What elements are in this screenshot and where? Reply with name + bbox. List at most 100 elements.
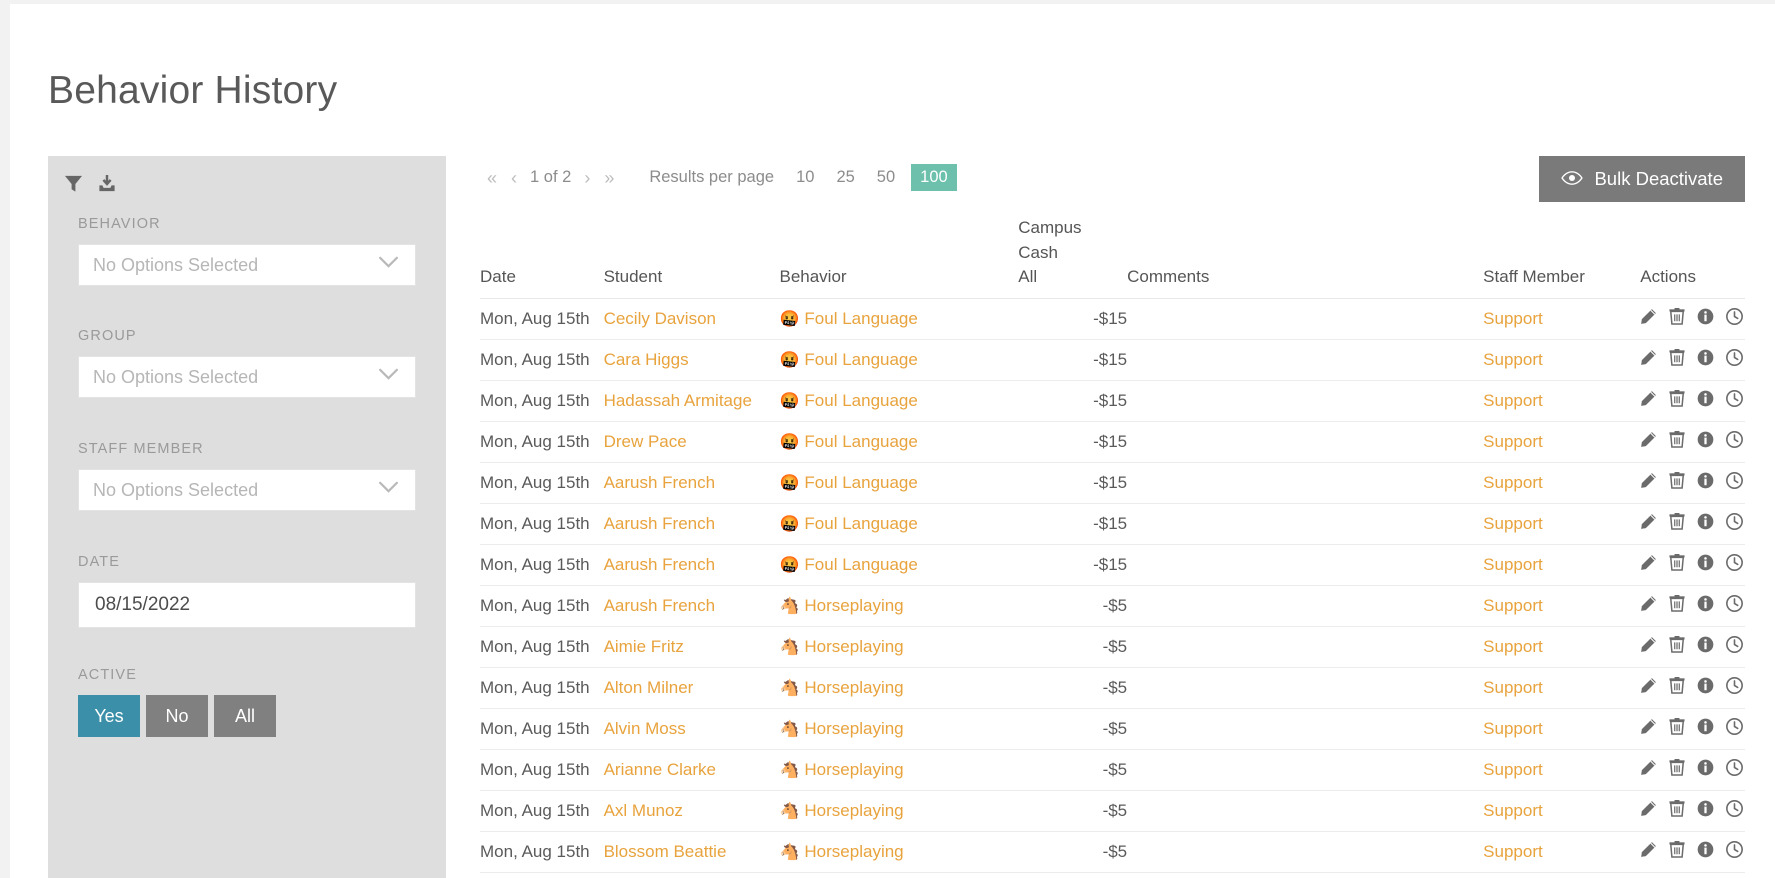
- trash-icon[interactable]: [1669, 635, 1685, 658]
- clock-icon[interactable]: [1726, 348, 1744, 371]
- staff-member-link[interactable]: Support: [1483, 473, 1543, 492]
- behavior-link[interactable]: Foul Language: [804, 432, 917, 451]
- pencil-icon[interactable]: [1640, 431, 1657, 453]
- column-header-date[interactable]: Date: [480, 216, 604, 299]
- student-link[interactable]: Drew Pace: [604, 432, 687, 451]
- trash-icon[interactable]: [1669, 799, 1685, 822]
- column-header-staff-member[interactable]: Staff Member: [1483, 216, 1641, 299]
- bulk-deactivate-button[interactable]: Bulk Deactivate: [1539, 156, 1745, 202]
- clock-icon[interactable]: [1726, 307, 1744, 330]
- results-per-page-100[interactable]: 100: [911, 164, 957, 191]
- trash-icon[interactable]: [1669, 348, 1685, 371]
- results-per-page-50[interactable]: 50: [877, 168, 895, 187]
- staff-member-link[interactable]: Support: [1483, 842, 1543, 861]
- active-option-all[interactable]: All: [214, 695, 276, 737]
- trash-icon[interactable]: [1669, 758, 1685, 781]
- student-link[interactable]: Cecily Davison: [604, 309, 716, 328]
- pencil-icon[interactable]: [1640, 472, 1657, 494]
- behavior-link[interactable]: Horseplaying: [804, 596, 903, 615]
- filter-icon[interactable]: [64, 174, 83, 198]
- info-icon[interactable]: [1697, 636, 1714, 658]
- student-link[interactable]: Aimie Fritz: [604, 637, 684, 656]
- staff-member-link[interactable]: Support: [1483, 801, 1543, 820]
- pager-prev-button[interactable]: ‹: [504, 169, 524, 187]
- behavior-link[interactable]: Foul Language: [804, 350, 917, 369]
- clock-icon[interactable]: [1726, 553, 1744, 576]
- pencil-icon[interactable]: [1640, 308, 1657, 330]
- trash-icon[interactable]: [1669, 307, 1685, 330]
- student-link[interactable]: Blossom Beattie: [604, 842, 727, 861]
- trash-icon[interactable]: [1669, 676, 1685, 699]
- info-icon[interactable]: [1697, 390, 1714, 412]
- student-link[interactable]: Alton Milner: [604, 678, 694, 697]
- behavior-link[interactable]: Horseplaying: [804, 760, 903, 779]
- clock-icon[interactable]: [1726, 635, 1744, 658]
- student-link[interactable]: Alvin Moss: [604, 719, 686, 738]
- info-icon[interactable]: [1697, 308, 1714, 330]
- student-link[interactable]: Aarush French: [604, 514, 716, 533]
- behavior-link[interactable]: Foul Language: [804, 555, 917, 574]
- pencil-icon[interactable]: [1640, 595, 1657, 617]
- info-icon[interactable]: [1697, 349, 1714, 371]
- student-link[interactable]: Axl Munoz: [604, 801, 683, 820]
- staff-member-link[interactable]: Support: [1483, 555, 1543, 574]
- pencil-icon[interactable]: [1640, 390, 1657, 412]
- pager-first-button[interactable]: «: [480, 169, 504, 187]
- trash-icon[interactable]: [1669, 717, 1685, 740]
- info-icon[interactable]: [1697, 431, 1714, 453]
- staff-member-link[interactable]: Support: [1483, 350, 1543, 369]
- behavior-link[interactable]: Foul Language: [804, 514, 917, 533]
- staff-member-link[interactable]: Support: [1483, 760, 1543, 779]
- pencil-icon[interactable]: [1640, 841, 1657, 863]
- column-header-student[interactable]: Student: [603, 216, 780, 299]
- date-input[interactable]: 08/15/2022: [78, 582, 416, 628]
- column-header-behavior[interactable]: Behavior: [779, 216, 1019, 299]
- behavior-link[interactable]: Horseplaying: [804, 801, 903, 820]
- behavior-link[interactable]: Horseplaying: [804, 637, 903, 656]
- info-icon[interactable]: [1697, 554, 1714, 576]
- student-link[interactable]: Cara Higgs: [604, 350, 689, 369]
- info-icon[interactable]: [1697, 718, 1714, 740]
- trash-icon[interactable]: [1669, 512, 1685, 535]
- pager-next-button[interactable]: ›: [577, 169, 597, 187]
- student-link[interactable]: Aarush French: [604, 473, 716, 492]
- info-icon[interactable]: [1697, 677, 1714, 699]
- behavior-link[interactable]: Horseplaying: [804, 719, 903, 738]
- info-icon[interactable]: [1697, 800, 1714, 822]
- pencil-icon[interactable]: [1640, 800, 1657, 822]
- pencil-icon[interactable]: [1640, 718, 1657, 740]
- clock-icon[interactable]: [1726, 594, 1744, 617]
- clock-icon[interactable]: [1726, 512, 1744, 535]
- staff-member-link[interactable]: Support: [1483, 637, 1543, 656]
- info-icon[interactable]: [1697, 595, 1714, 617]
- results-per-page-25[interactable]: 25: [836, 168, 854, 187]
- clock-icon[interactable]: [1726, 758, 1744, 781]
- column-header-campus-cash[interactable]: Campus Cash All: [1018, 216, 1128, 299]
- pencil-icon[interactable]: [1640, 554, 1657, 576]
- staff-member-link[interactable]: Support: [1483, 309, 1543, 328]
- info-icon[interactable]: [1697, 841, 1714, 863]
- column-header-comments[interactable]: Comments: [1127, 216, 1484, 299]
- staff-member-link[interactable]: Support: [1483, 678, 1543, 697]
- clock-icon[interactable]: [1726, 717, 1744, 740]
- info-icon[interactable]: [1697, 759, 1714, 781]
- pencil-icon[interactable]: [1640, 636, 1657, 658]
- info-icon[interactable]: [1697, 472, 1714, 494]
- student-link[interactable]: Hadassah Armitage: [604, 391, 752, 410]
- student-link[interactable]: Arianne Clarke: [604, 760, 716, 779]
- staff-member-link[interactable]: Support: [1483, 719, 1543, 738]
- behavior-link[interactable]: Horseplaying: [804, 678, 903, 697]
- behavior-link[interactable]: Foul Language: [804, 309, 917, 328]
- behavior-link[interactable]: Foul Language: [804, 473, 917, 492]
- results-per-page-10[interactable]: 10: [796, 168, 814, 187]
- staff-member-link[interactable]: Support: [1483, 432, 1543, 451]
- active-option-no[interactable]: No: [146, 695, 208, 737]
- clock-icon[interactable]: [1726, 676, 1744, 699]
- trash-icon[interactable]: [1669, 430, 1685, 453]
- clock-icon[interactable]: [1726, 471, 1744, 494]
- behavior-link[interactable]: Foul Language: [804, 391, 917, 410]
- staff-member-link[interactable]: Support: [1483, 596, 1543, 615]
- trash-icon[interactable]: [1669, 389, 1685, 412]
- student-link[interactable]: Aarush French: [604, 596, 716, 615]
- clock-icon[interactable]: [1726, 389, 1744, 412]
